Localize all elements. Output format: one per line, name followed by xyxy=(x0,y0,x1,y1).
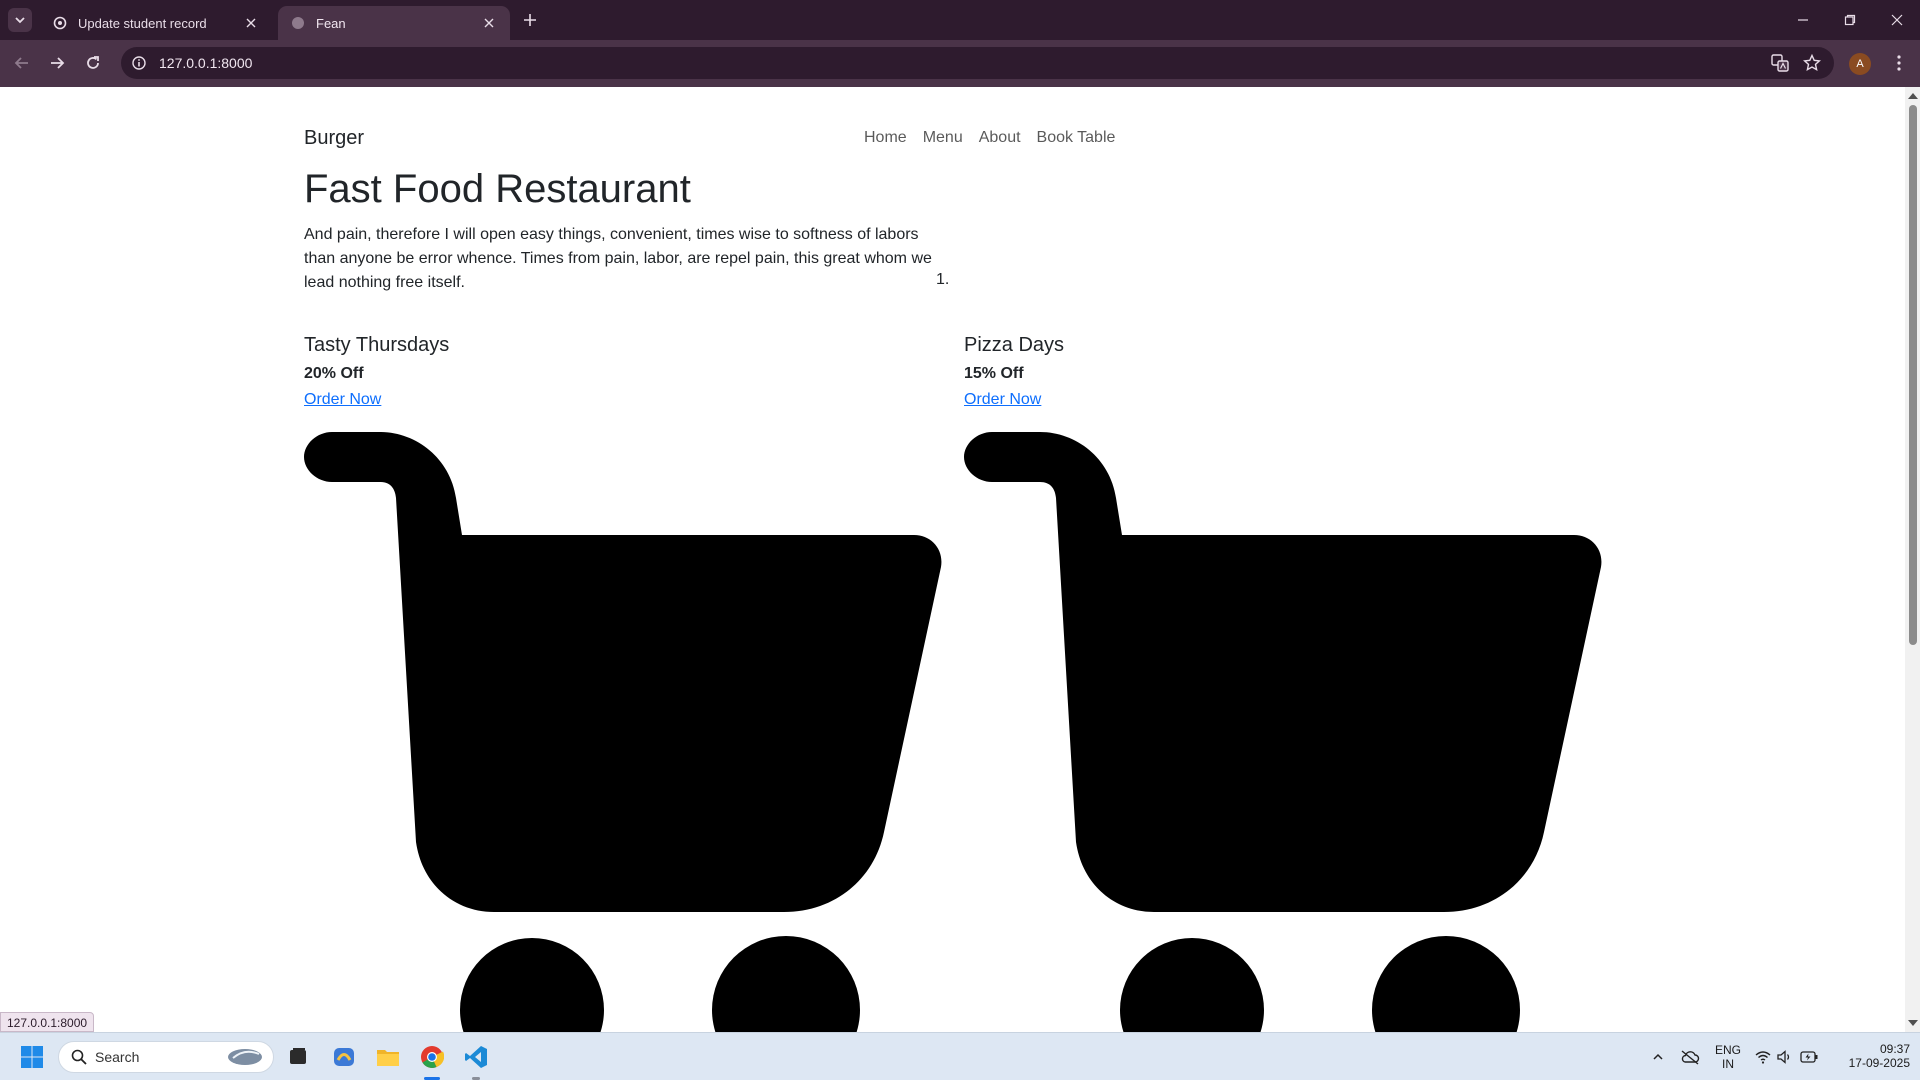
offer-card-pizza-days: Pizza Days 15% Off Order Now xyxy=(964,334,1604,409)
more-vertical-icon xyxy=(1897,55,1901,71)
scroll-down-arrow-icon[interactable] xyxy=(1908,1020,1918,1026)
hero-title: Fast Food Restaurant xyxy=(304,167,691,211)
arrow-left-icon xyxy=(14,57,28,69)
restore-button[interactable] xyxy=(1827,0,1873,40)
chevron-up-icon xyxy=(1653,1053,1663,1060)
onedrive-tray-button[interactable] xyxy=(1674,1041,1706,1073)
site-info-icon[interactable] xyxy=(131,55,147,71)
search-icon xyxy=(71,1049,87,1065)
link-status-bubble: 127.0.0.1:8000 xyxy=(0,1012,95,1032)
wifi-icon xyxy=(1755,1051,1771,1064)
tab-fean[interactable]: Fean xyxy=(278,6,510,40)
tab-title: Fean xyxy=(316,15,346,31)
page-viewport: Burger Home Menu About Book Table Fast F… xyxy=(0,87,1905,1032)
copilot-app-button[interactable] xyxy=(328,1041,360,1073)
volume-status[interactable] xyxy=(1772,1041,1798,1073)
task-view-icon xyxy=(290,1048,306,1064)
language-code: ENG xyxy=(1714,1043,1741,1057)
bookmark-star-icon[interactable] xyxy=(1801,52,1823,74)
order-now-link[interactable]: Order Now xyxy=(964,391,1041,409)
arrow-right-icon xyxy=(51,57,65,69)
battery-charging-icon xyxy=(1800,1051,1818,1063)
show-hidden-icons-button[interactable] xyxy=(1642,1041,1674,1073)
globe-favicon-icon xyxy=(290,15,306,31)
chevron-down-icon xyxy=(15,17,25,24)
forward-button[interactable] xyxy=(44,50,70,76)
offer-discount: 15% Off xyxy=(964,365,1024,382)
tab-close-icon[interactable] xyxy=(242,14,260,32)
tab-search-button[interactable] xyxy=(8,8,32,32)
url-text: 127.0.0.1:8000 xyxy=(159,55,253,71)
reload-button[interactable] xyxy=(80,50,106,76)
offer-discount: 20% Off xyxy=(304,365,364,382)
battery-status[interactable] xyxy=(1796,1041,1822,1073)
cloud-off-icon xyxy=(1681,1050,1700,1065)
offer-title: Tasty Thursdays xyxy=(304,334,450,356)
tab-title: Update student record xyxy=(78,15,207,31)
clock-date: 17-09-2025 xyxy=(1848,1056,1910,1070)
reload-icon xyxy=(87,56,99,69)
restore-icon xyxy=(1844,14,1856,26)
offer-title: Pizza Days xyxy=(964,334,1065,356)
page-scrollbar[interactable] xyxy=(1905,87,1920,1032)
folder-icon xyxy=(377,1050,399,1066)
shopping-cart-icon xyxy=(964,432,1602,1032)
translate-icon[interactable] xyxy=(1769,52,1791,74)
scrollbar-thumb[interactable] xyxy=(1909,105,1917,645)
windows-logo-icon xyxy=(21,1046,43,1068)
address-bar[interactable]: 127.0.0.1:8000 xyxy=(121,47,1834,79)
input-language[interactable]: ENG IN xyxy=(1713,1043,1743,1071)
taskbar-search-box[interactable]: Search xyxy=(58,1041,274,1073)
browser-toolbar: 127.0.0.1:8000 A xyxy=(0,40,1920,87)
tab-update-student-record[interactable]: Update student record xyxy=(40,6,272,40)
nav-link-about[interactable]: About xyxy=(971,129,1029,147)
navbar-brand[interactable]: Burger xyxy=(304,127,364,150)
region-code: IN xyxy=(1722,1057,1734,1071)
settings-gear-favicon-icon xyxy=(52,15,68,31)
taskbar: Search ENG IN 09:37 17-09-2025 xyxy=(0,1032,1920,1080)
search-label: Search xyxy=(95,1049,140,1065)
tab-close-icon[interactable] xyxy=(480,14,498,32)
tab-strip: Update student record Fean xyxy=(0,0,1920,40)
close-icon xyxy=(1891,14,1903,26)
start-button[interactable] xyxy=(16,1041,48,1073)
back-button[interactable] xyxy=(9,50,35,76)
chrome-icon xyxy=(421,1046,444,1068)
minimize-icon xyxy=(1798,19,1808,21)
scroll-up-arrow-icon[interactable] xyxy=(1908,93,1918,99)
shopping-cart-icon xyxy=(304,432,942,1032)
clock-time: 09:37 xyxy=(1879,1042,1910,1056)
search-highlight-icon xyxy=(228,1049,262,1065)
close-window-button[interactable] xyxy=(1874,0,1920,40)
new-tab-button[interactable] xyxy=(518,8,542,32)
speaker-icon xyxy=(1777,1050,1790,1064)
offer-card-tasty-thursdays: Tasty Thursdays 20% Off Order Now xyxy=(304,334,944,409)
vscode-icon xyxy=(465,1046,487,1068)
copilot-icon xyxy=(334,1048,354,1066)
chrome-taskbar-button[interactable] xyxy=(416,1041,448,1073)
plus-icon xyxy=(524,14,536,26)
minimize-button[interactable] xyxy=(1780,0,1826,40)
profile-avatar[interactable]: A xyxy=(1849,53,1871,75)
clock[interactable]: 09:37 17-09-2025 xyxy=(1830,1042,1910,1070)
nav-link-menu[interactable]: Menu xyxy=(915,129,971,147)
nav-link-home[interactable]: Home xyxy=(856,129,915,147)
task-view-button[interactable] xyxy=(282,1041,314,1073)
vscode-taskbar-button[interactable] xyxy=(460,1041,492,1073)
nav-link-book-table[interactable]: Book Table xyxy=(1029,129,1124,147)
browser-menu-button[interactable] xyxy=(1888,52,1910,74)
list-marker: 1. xyxy=(936,271,950,288)
hero-description: And pain, therefore I will open easy thi… xyxy=(304,226,932,291)
order-now-link[interactable]: Order Now xyxy=(304,391,381,409)
file-explorer-button[interactable] xyxy=(372,1041,404,1073)
main-nav: Home Menu About Book Table xyxy=(856,129,1123,147)
